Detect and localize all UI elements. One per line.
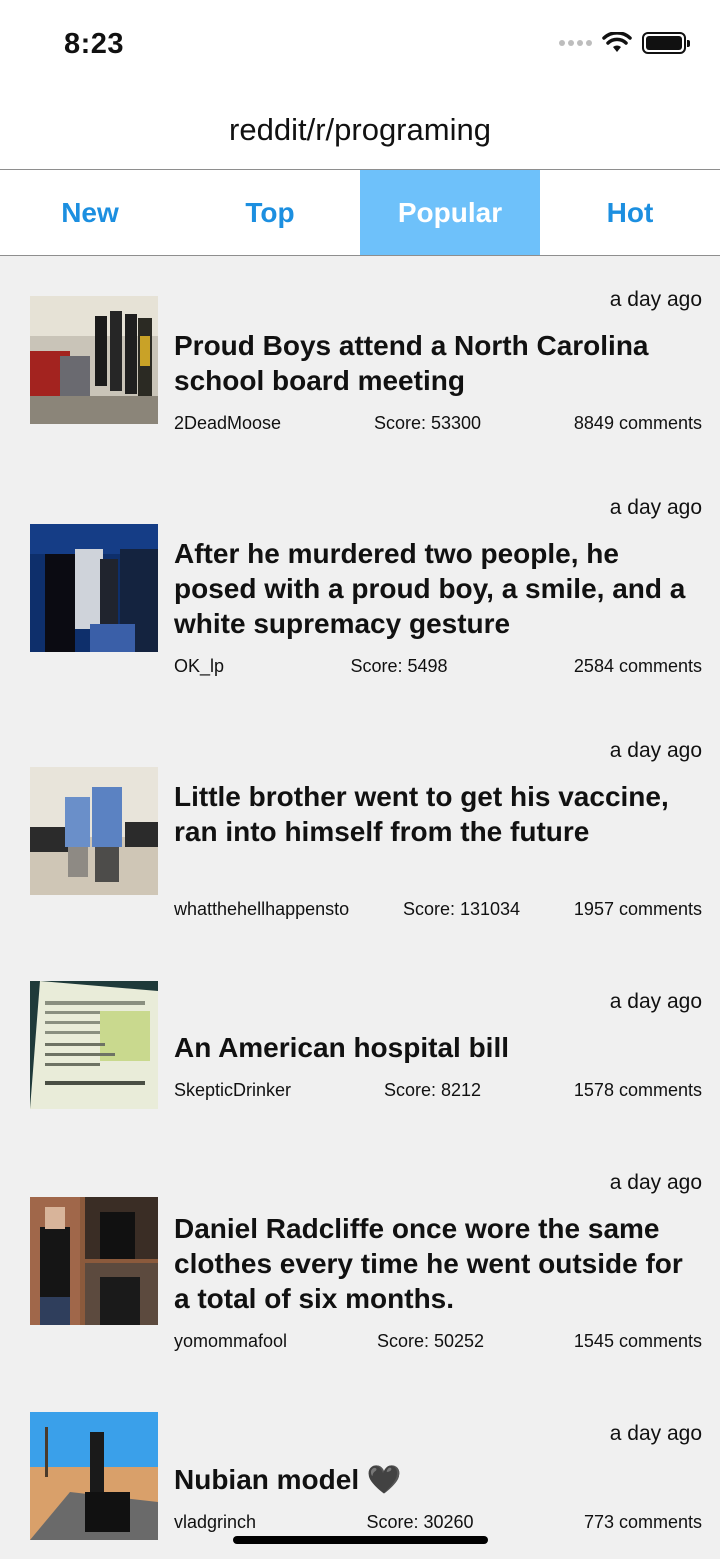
post-meta: SkepticDrinker Score: 8212 1578 comments	[174, 1080, 702, 1101]
post-score: Score: 30260	[366, 1512, 474, 1532]
post-title: Daniel Radcliffe once wore the same clot…	[174, 1213, 683, 1314]
post-thumbnail[interactable]	[30, 1412, 158, 1540]
post-title: Nubian model 🖤	[174, 1464, 402, 1495]
status-bar: 8:23	[0, 0, 720, 90]
post-time: a day ago	[609, 1171, 702, 1194]
post-feed[interactable]: a day ago Proud Boys attend a North Caro…	[0, 256, 720, 1559]
post-author[interactable]: OK_lp	[174, 656, 224, 677]
post-score: Score: 53300	[373, 413, 482, 433]
post-author[interactable]: whatthehellhappensto	[174, 899, 349, 920]
post-time: a day ago	[609, 1422, 702, 1445]
post-meta: yomommafool Score: 50252 1545 comments	[174, 1331, 702, 1352]
page-title: reddit/r/programing	[229, 111, 491, 147]
home-indicator[interactable]	[233, 1536, 488, 1544]
post-time: a day ago	[609, 739, 702, 762]
tab-top[interactable]: Top	[180, 170, 360, 255]
post-thumbnail[interactable]	[30, 1197, 158, 1325]
post-comments[interactable]: 1545 comments	[574, 1331, 702, 1352]
status-time: 8:23	[64, 28, 125, 60]
post-comments[interactable]: 773 comments	[584, 1512, 702, 1533]
post-time: a day ago	[609, 496, 702, 519]
post-author[interactable]: SkepticDrinker	[174, 1080, 291, 1101]
post-comments[interactable]: 8849 comments	[574, 413, 702, 434]
status-icons	[559, 32, 690, 54]
post-author[interactable]: yomommafool	[174, 1331, 287, 1352]
post-score: Score: 131034	[402, 899, 521, 919]
post-score: Score: 8212	[383, 1080, 482, 1100]
post-time: a day ago	[609, 288, 702, 311]
post-author[interactable]: vladgrinch	[174, 1512, 256, 1533]
post-title: An American hospital bill	[174, 1032, 510, 1063]
post-title: After he murdered two people, he posed w…	[174, 538, 686, 639]
nav-bar: reddit/r/programing	[0, 90, 720, 170]
post-thumbnail[interactable]	[30, 524, 158, 652]
post-thumbnail[interactable]	[30, 981, 158, 1109]
battery-icon	[642, 32, 690, 54]
tab-popular[interactable]: Popular	[360, 170, 540, 255]
wifi-icon	[602, 32, 632, 52]
tab-new[interactable]: New	[0, 170, 180, 255]
tab-hot[interactable]: Hot	[540, 170, 720, 255]
post-thumbnail[interactable]	[30, 296, 158, 424]
post-score: Score: 50252	[376, 1331, 485, 1351]
post-score: Score: 5498	[350, 656, 448, 676]
post-meta: 2DeadMoose Score: 53300 8849 comments	[174, 413, 702, 434]
post-author[interactable]: 2DeadMoose	[174, 413, 281, 434]
sort-tabs: New Top Popular Hot	[0, 170, 720, 256]
post-thumbnail[interactable]	[30, 767, 158, 895]
post-comments[interactable]: 1957 comments	[574, 899, 702, 920]
post-time: a day ago	[609, 990, 702, 1013]
post-comments[interactable]: 2584 comments	[574, 656, 702, 677]
post-meta: vladgrinch Score: 30260 773 comments	[174, 1512, 702, 1533]
post-meta: OK_lp Score: 5498 2584 comments	[174, 656, 702, 677]
post-meta: whatthehellhappensto Score: 131034 1957 …	[174, 899, 702, 920]
post-title: Little brother went to get his vaccine, …	[174, 781, 669, 847]
post-title: Proud Boys attend a North Carolina schoo…	[174, 330, 649, 396]
signal-icon	[559, 40, 592, 46]
post-comments[interactable]: 1578 comments	[574, 1080, 702, 1101]
